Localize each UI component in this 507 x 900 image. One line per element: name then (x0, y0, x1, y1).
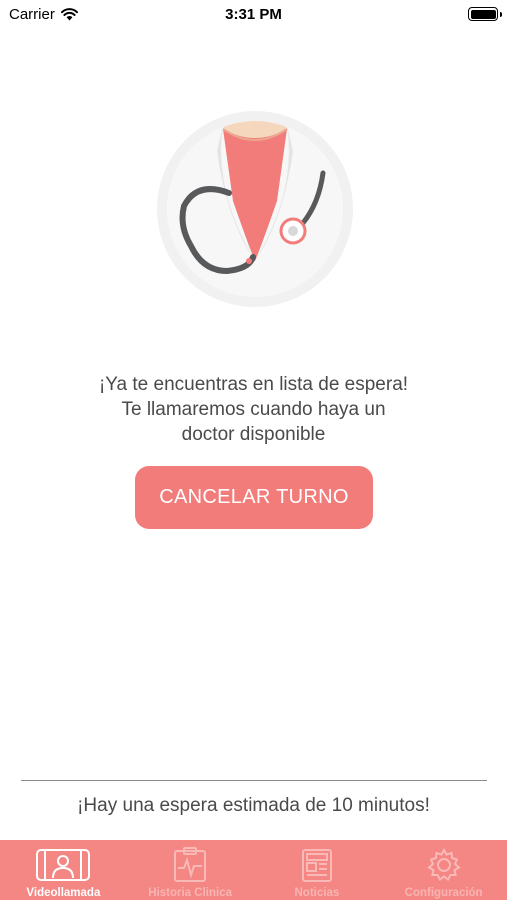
message-line-3: doctor disponible (181, 424, 326, 445)
clinical-history-icon (174, 847, 207, 882)
message-line-1: ¡Ya te encuentras en lista de espera! (98, 374, 409, 395)
divider (21, 780, 487, 781)
news-icon (301, 849, 332, 882)
message-line-2: Te llamaremos cuando haya un (121, 399, 386, 420)
tab-label: Configuración (404, 887, 483, 899)
tab-configuracion[interactable]: Configuración (380, 840, 507, 900)
tab-historia-clinica[interactable]: Historia Clinica (127, 840, 254, 900)
battery-fill (470, 9, 496, 19)
battery-icon (468, 7, 502, 21)
gear-icon (426, 847, 461, 881)
tab-bar: Videollamada Historia Clinica Noticias C… (0, 840, 507, 900)
status-time: 3:31 PM (225, 6, 282, 23)
video-call-icon (36, 849, 91, 881)
tab-noticias[interactable]: Noticias (254, 840, 381, 900)
tab-videollamada[interactable]: Videollamada (0, 840, 127, 900)
tab-label: Historia Clinica (148, 887, 232, 899)
tab-label: Videollamada (26, 887, 101, 899)
estimated-wait-text: ¡Hay una espera estimada de 10 minutos! (77, 795, 430, 816)
waiting-list-message: ¡Ya te encuentras en lista de espera! Te… (40, 372, 467, 447)
cancel-appointment-button[interactable]: CANCELAR TURNO (135, 466, 373, 529)
doctor-illustration-icon (157, 111, 353, 307)
status-bar: Carrier 3:31 PM (0, 0, 507, 30)
tab-label: Noticias (294, 887, 340, 899)
